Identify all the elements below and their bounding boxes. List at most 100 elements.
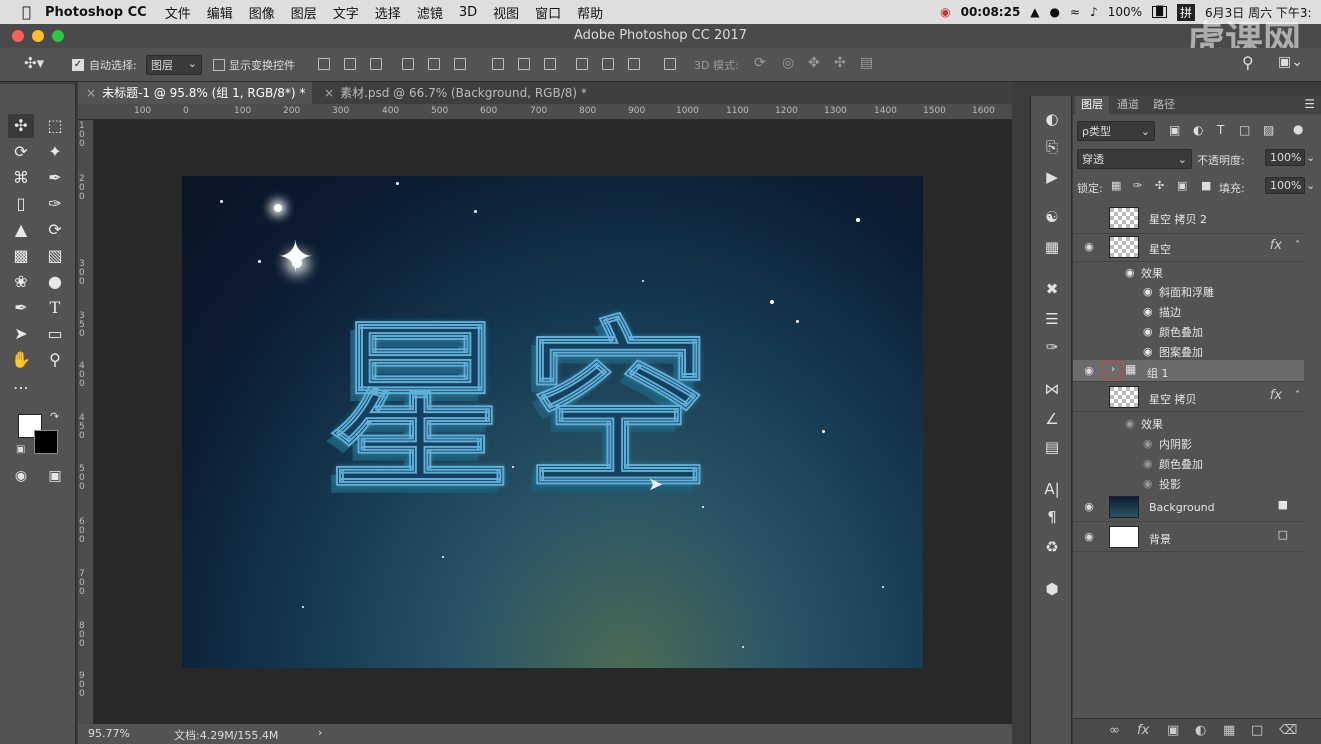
effect-eye-icon[interactable]: ◉: [1143, 325, 1153, 338]
pen-icon[interactable]: ✒: [8, 296, 34, 320]
tab-layers[interactable]: 图层: [1075, 96, 1109, 114]
tab-sucai[interactable]: × 素材.psd @ 66.7% (Background, RGB/8) *: [316, 82, 595, 104]
more-tools-icon[interactable]: ⋯: [8, 376, 34, 400]
lock-icon[interactable]: ■: [1201, 179, 1211, 192]
gradient-icon[interactable]: ▧: [42, 244, 68, 268]
tab-untitled[interactable]: × 未标题-1 @ 95.8% (组 1, RGB/8*) *: [78, 82, 312, 104]
eye-icon[interactable]: ◉: [1082, 364, 1096, 377]
record-icon[interactable]: ◉: [940, 5, 950, 19]
effect-eye-icon[interactable]: ◉: [1143, 437, 1153, 450]
distribute-vcenter-icon[interactable]: [518, 58, 530, 70]
effect-name[interactable]: 描边: [1159, 304, 1181, 320]
healing-icon[interactable]: ▯: [8, 192, 34, 216]
app-menu[interactable]: Photoshop CC: [39, 5, 157, 20]
swatches-icon[interactable]: ▦: [1041, 236, 1063, 258]
lasso-icon[interactable]: ⟳: [8, 140, 34, 164]
menu-layer[interactable]: 图层: [283, 3, 325, 22]
effect-eye-icon[interactable]: ◉: [1143, 285, 1153, 298]
add-style-icon[interactable]: fx: [1137, 723, 1149, 738]
eye-icon[interactable]: ◉: [1082, 500, 1096, 513]
effect-eye-icon[interactable]: ◉: [1143, 305, 1153, 318]
search-icon[interactable]: ⚲: [1242, 53, 1254, 72]
effect-name[interactable]: 内阴影: [1159, 436, 1192, 452]
align-vcenter-icon[interactable]: [344, 58, 356, 70]
status-menu-icon[interactable]: ›: [318, 726, 322, 739]
folder-icon[interactable]: ▦: [1223, 723, 1235, 738]
effect-name[interactable]: 图案叠加: [1159, 344, 1203, 360]
color-icon[interactable]: ◐: [1041, 108, 1063, 130]
fx-icon[interactable]: fx: [1270, 388, 1282, 403]
effect-name[interactable]: 颜色叠加: [1159, 456, 1203, 472]
opacity-input[interactable]: 100%: [1265, 149, 1305, 166]
effect-name[interactable]: 斜面和浮雕: [1159, 284, 1214, 300]
add-mask-icon[interactable]: ▣: [1167, 723, 1179, 738]
lock-position-icon[interactable]: ✣: [1155, 179, 1164, 192]
effect-eye-icon[interactable]: ◉: [1143, 345, 1153, 358]
workspace-switcher-icon[interactable]: ▣⌄: [1278, 54, 1303, 70]
magic-wand-icon[interactable]: ✦: [42, 140, 68, 164]
filter-shape-icon[interactable]: □: [1239, 123, 1250, 137]
tab-channels[interactable]: 通道: [1111, 96, 1145, 114]
distribute-bottom-icon[interactable]: [544, 58, 556, 70]
brushes-icon[interactable]: ✑: [1041, 336, 1063, 358]
eye-icon[interactable]: ◉: [1082, 530, 1096, 543]
eye-icon[interactable]: ◉: [1082, 240, 1096, 253]
fill-input[interactable]: 100%: [1265, 177, 1305, 194]
blend-mode-dropdown[interactable]: 穿透 ⌄: [1077, 149, 1192, 169]
layer-row[interactable]: ◉ Background ■: [1073, 492, 1304, 522]
volume-icon[interactable]: ♪: [1090, 5, 1098, 19]
battery-text[interactable]: 100%: [1108, 5, 1142, 19]
tools-icon[interactable]: ✖: [1041, 278, 1063, 300]
lock-artboard-icon[interactable]: ▣: [1177, 179, 1187, 192]
close-window-button[interactable]: [12, 30, 24, 42]
new-adjustment-icon[interactable]: ◐: [1195, 723, 1206, 738]
play-actions-icon[interactable]: ▶: [1041, 166, 1063, 188]
apple-icon[interactable]: : [0, 3, 39, 21]
background-color-swatch[interactable]: [34, 430, 58, 454]
filter-smart-icon[interactable]: ▨: [1263, 123, 1274, 137]
auto-align-icon[interactable]: [664, 58, 676, 70]
show-transform-checkbox[interactable]: [213, 59, 225, 71]
effect-eye-icon[interactable]: ◉: [1143, 477, 1153, 490]
path-select-icon[interactable]: ➤: [8, 322, 34, 346]
align-bottom-icon[interactable]: [370, 58, 382, 70]
paragraph-icon[interactable]: ¶: [1041, 506, 1063, 528]
3d-slide-icon[interactable]: ✣: [834, 55, 846, 71]
zoom-level[interactable]: 95.77%: [88, 727, 130, 740]
libraries-icon[interactable]: ☯: [1041, 206, 1063, 228]
wifi-icon[interactable]: ≈: [1070, 5, 1080, 19]
menu-3d[interactable]: 3D: [451, 5, 485, 20]
menu-select[interactable]: 选择: [367, 3, 409, 22]
bell-icon[interactable]: ▲: [1030, 5, 1039, 19]
effect-name[interactable]: 颜色叠加: [1159, 324, 1203, 340]
menu-view[interactable]: 视图: [485, 3, 527, 22]
move-tool-preset-icon[interactable]: ✣▾: [24, 54, 44, 72]
dodge-icon[interactable]: ●: [42, 270, 68, 294]
filter-type-icon[interactable]: T: [1217, 123, 1224, 137]
expand-group-icon[interactable]: ›: [1103, 361, 1123, 379]
trash-icon[interactable]: ⌫: [1279, 723, 1297, 738]
layer-filter-dropdown[interactable]: ρ类型 ⌄: [1077, 121, 1155, 141]
3d-drag-icon[interactable]: ✥: [808, 55, 820, 71]
adjustments-icon[interactable]: ☰: [1041, 308, 1063, 330]
auto-select-checkbox[interactable]: ✓: [72, 59, 84, 71]
collapse-effects-icon[interactable]: ˄: [1295, 240, 1300, 251]
menu-help[interactable]: 帮助: [569, 3, 611, 22]
menu-image[interactable]: 图像: [241, 3, 283, 22]
align-right-icon[interactable]: [454, 58, 466, 70]
layer-row[interactable]: 星空 拷贝 fx ˄: [1073, 384, 1304, 412]
link-layers-icon[interactable]: ∞: [1109, 723, 1120, 738]
crop-icon[interactable]: ⌘: [8, 166, 34, 190]
hand-icon[interactable]: ✋: [8, 348, 34, 372]
blur-icon[interactable]: ❀: [8, 270, 34, 294]
menu-file[interactable]: 文件: [157, 3, 199, 22]
type-icon[interactable]: T: [42, 296, 68, 320]
stamp-icon[interactable]: ▲: [8, 218, 34, 242]
filter-adjust-icon[interactable]: ◐: [1193, 123, 1203, 137]
glyphs-icon[interactable]: ⋈: [1041, 378, 1063, 400]
effect-name[interactable]: 投影: [1159, 476, 1181, 492]
properties-icon[interactable]: ▤: [1041, 436, 1063, 458]
3d-cube-icon[interactable]: ⬢: [1041, 578, 1063, 600]
3d-scale-icon[interactable]: ▤: [860, 55, 873, 71]
history-icon[interactable]: ⎘: [1041, 136, 1063, 158]
